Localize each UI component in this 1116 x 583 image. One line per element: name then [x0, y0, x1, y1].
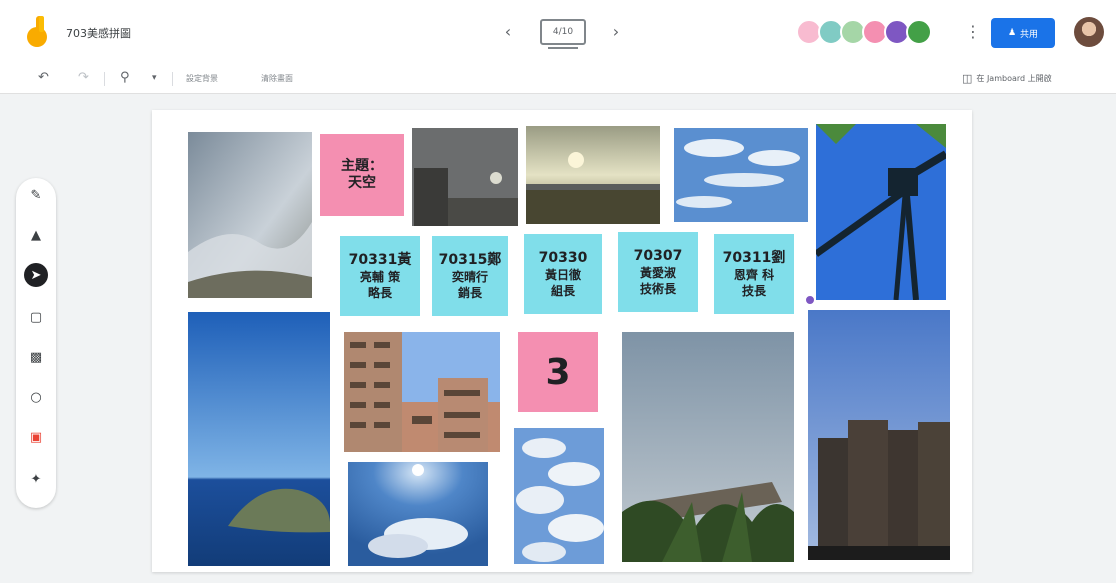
member-name: 黃日徹: [544, 267, 581, 282]
person-icon: ♟: [1007, 28, 1017, 38]
frame-indicator[interactable]: 4/10: [540, 19, 586, 49]
photo-blue-sky-clouds[interactable]: [674, 128, 808, 222]
sticky-note-member-4[interactable]: 70307 黃愛淑 技術長: [618, 232, 698, 312]
jam-canvas[interactable]: 主題： 天空 70331黃 亮輔 策 略長 70315鄭 奕晴行 銷長 7033…: [152, 110, 972, 572]
sticky-note-member-5[interactable]: 70311劉 恩齊 科 技長: [714, 234, 794, 314]
share-label: 共用: [1020, 29, 1039, 40]
photo-dusk-buildings[interactable]: [412, 128, 518, 226]
theme-value: 天空: [348, 175, 376, 191]
photo-cloud-wave[interactable]: [188, 132, 312, 298]
circle-icon[interactable]: ○: [24, 385, 48, 409]
undo-icon[interactable]: ↶: [38, 70, 49, 85]
member-id: 70311劉: [722, 249, 786, 266]
pen-icon[interactable]: ✎: [24, 183, 48, 207]
member-name: 黃愛淑: [639, 265, 676, 280]
laser-icon[interactable]: ✦: [24, 467, 48, 491]
member-id: 70307: [633, 247, 683, 264]
photo-apartment-buildings[interactable]: [344, 332, 500, 452]
more-options-icon[interactable]: ⋮: [965, 22, 981, 41]
photo-tall-building-sky[interactable]: [808, 310, 950, 560]
select-icon[interactable]: ➤: [24, 263, 48, 287]
sticky-note-member-2[interactable]: 70315鄭 奕晴行 銷長: [432, 236, 508, 316]
jamboard-logo[interactable]: [26, 16, 52, 48]
sticky-note-number[interactable]: 3: [518, 332, 598, 412]
user-avatar[interactable]: [1074, 17, 1104, 47]
eraser-icon[interactable]: ▲: [24, 223, 48, 247]
photo-cloudy-sky-palm[interactable]: [622, 332, 794, 562]
sticky-note-member-1[interactable]: 70331黃 亮輔 策 略長: [340, 236, 420, 316]
member-id: 70315鄭: [438, 251, 502, 268]
text-box-icon[interactable]: ▣: [24, 425, 48, 449]
member-role: 略長: [367, 285, 392, 300]
theme-label: 主題：: [341, 158, 383, 174]
member-name: 亮輔 策: [359, 269, 401, 284]
sticky-note-theme[interactable]: 主題： 天空: [320, 134, 404, 216]
zoom-icon[interactable]: ⚲: [120, 70, 130, 85]
chevron-left-icon[interactable]: ‹: [498, 22, 518, 42]
sticky-note-icon[interactable]: ▢: [24, 305, 48, 329]
monitor-icon: ◫: [962, 72, 973, 85]
number-value: 3: [545, 351, 571, 393]
member-id: 70331黃: [348, 251, 412, 268]
member-role: 技術長: [639, 281, 676, 296]
member-role: 技長: [741, 283, 766, 298]
member-role: 組長: [550, 283, 575, 298]
photo-ocean-island[interactable]: [188, 312, 330, 566]
clear-frame-button[interactable]: 清除畫面: [261, 73, 293, 84]
collaborator-cursor: [804, 294, 816, 306]
member-role: 銷長: [457, 285, 482, 300]
photo-sun-clouds[interactable]: [348, 462, 488, 566]
open-in-jamboard-label: 在 Jamboard 上開啟: [976, 74, 1052, 83]
photo-sunset-city[interactable]: [526, 126, 660, 224]
collaborator-avatar: [906, 19, 932, 45]
member-id: 70330: [538, 249, 588, 266]
share-button[interactable]: ♟ 共用: [991, 18, 1055, 48]
member-name: 奕晴行: [451, 269, 488, 284]
zoom-dropdown-icon[interactable]: ▾: [152, 73, 157, 83]
toolbar: ↶ ↷ ⚲ ▾ 設定背景 清除畫面 ◫ 在 Jamboard 上開啟: [0, 64, 1116, 94]
document-title[interactable]: 703美感拼圖: [66, 25, 131, 41]
top-bar: 703美感拼圖 ‹ 4/10 › ⋮ ♟ 共用: [0, 0, 1116, 64]
image-icon[interactable]: ▩: [24, 345, 48, 369]
redo-icon[interactable]: ↷: [78, 70, 89, 85]
photo-tower-blue-sky[interactable]: [816, 124, 946, 300]
sticky-note-member-3[interactable]: 70330 黃日徹 組長: [524, 234, 602, 314]
tool-palette: ✎ ▲ ➤ ▢ ▩ ○ ▣ ✦: [16, 178, 56, 508]
photo-cumulus-clouds[interactable]: [514, 428, 604, 564]
set-background-button[interactable]: 設定背景: [186, 73, 218, 84]
member-name: 恩齊 科: [733, 267, 775, 282]
chevron-right-icon[interactable]: ›: [606, 22, 626, 42]
open-in-jamboard-button[interactable]: ◫ 在 Jamboard 上開啟: [962, 72, 1052, 85]
